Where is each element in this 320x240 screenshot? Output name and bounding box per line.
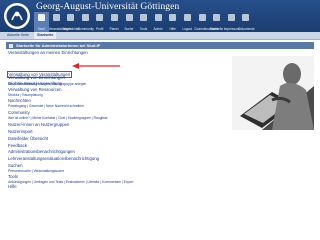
lectures-icon [52, 14, 60, 21]
subnav-start-tab[interactable]: Startseite [34, 32, 57, 39]
menu-item: Administrationsbenachrichtigungen [8, 149, 75, 154]
menu-link[interactable]: Community [8, 110, 107, 115]
menu-link[interactable]: Lehrveranstaltungsevaluationsbenachricht… [8, 156, 99, 161]
menu-link[interactable]: Tools [8, 174, 133, 179]
nav-label: Hilfe [169, 27, 176, 31]
homepage-icon [213, 14, 221, 21]
menu-item: Globale Benutzerverwaltung [8, 81, 62, 86]
lecturer-view-icon [198, 14, 206, 21]
menu-item: Tools Ankündigungen | Umfragen und Tests … [8, 174, 133, 184]
menu-link[interactable]: Suchen [8, 163, 64, 168]
menu-link[interactable]: Hilfe [8, 184, 17, 189]
menu-item: Veranstaltungen an meinen Einrichtungen [8, 50, 88, 55]
menu-item: Feedback [8, 143, 27, 148]
home-icon [38, 14, 45, 21]
nav-item-10[interactable]: Logout [180, 12, 195, 32]
menu-item: Hilfe [8, 184, 17, 189]
red-arrow-annotation [72, 63, 120, 69]
community-icon [81, 14, 89, 21]
nav-item-5[interactable]: Planer [107, 12, 122, 32]
mail-icon [67, 14, 75, 21]
nav-label: Start [37, 27, 45, 31]
nav-label: Veranstaltungen [48, 27, 72, 31]
menu-sublinks[interactable]: Personensuche | Veranstaltungssuche [8, 169, 64, 173]
nav-item-1[interactable]: Veranstaltungen [48, 12, 72, 32]
menu-sublinks[interactable]: Ankündigungen | Umfragen und Tests | Eva… [8, 180, 133, 184]
tools-icon [140, 14, 148, 21]
nav-label: Startseite [209, 27, 224, 31]
menu-link[interactable]: Verwaltung von Ressourcen [8, 87, 62, 92]
menu-item: Nutzerimport [8, 129, 33, 134]
admin-icon [154, 14, 162, 21]
menu-item: Verwaltung von Ressourcen Struktur | Raum… [8, 87, 62, 97]
menu-link[interactable]: Administrationsbenachrichtigungen [8, 149, 75, 154]
menu-item: Nutzer/-innen an Nutzergruppen [8, 122, 69, 127]
imprint-icon [227, 14, 235, 21]
nav-item-6[interactable]: Suche [122, 12, 137, 32]
logout-icon [183, 14, 191, 21]
menu-item: Suchen Personensuche | Veranstaltungssuch… [8, 163, 64, 173]
menu-sublinks[interactable]: Struktur | Raumplanung [8, 93, 62, 97]
nav-label: Impressum [223, 27, 240, 31]
nav-item-14[interactable]: Dokumente [238, 12, 255, 32]
nav-item-0[interactable]: Start [34, 12, 49, 32]
nav-label: Profil [96, 27, 104, 31]
university-logo[interactable] [2, 1, 32, 31]
nav-item-11[interactable]: Dozentenansicht [194, 12, 219, 32]
nav-label: Community [77, 27, 94, 31]
nav-label: Nachrichten [63, 27, 81, 31]
nav-label: Suche [124, 27, 134, 31]
menu-link[interactable]: Nutzer/-innen an Nutzergruppen [8, 122, 69, 127]
nav-item-12[interactable]: Startseite [209, 12, 224, 32]
menu-link[interactable]: Nutzerimport [8, 129, 33, 134]
decorative-photo [232, 56, 314, 130]
menu-item: Lehrveranstaltungsevaluationsbenachricht… [8, 156, 99, 161]
panel-title-bar: Startseite für Administratorinnen bei St… [6, 42, 314, 49]
menu-item: Nachrichten Posteingang | Gesendet | Neue… [8, 98, 84, 108]
main-navigation: Start Veranstaltungen Nachrichten Community… [34, 12, 255, 32]
nav-item-9[interactable]: Hilfe [165, 12, 180, 32]
menu-link[interactable]: Feedback [8, 143, 27, 148]
nav-item-3[interactable]: Community [77, 12, 94, 32]
top-header: Georg-August-Universität Göttingen Start… [0, 0, 320, 32]
menu-item: Community Wer ist online? | Meine Kontakt… [8, 110, 107, 120]
nav-label: Admin [153, 27, 163, 31]
nav-item-13[interactable]: Impressum [224, 12, 239, 32]
panel-icon [9, 43, 13, 48]
menu-sublinks[interactable]: Posteingang | Gesendet | Neue Nachricht … [8, 104, 84, 108]
nav-item-7[interactable]: Tools [136, 12, 151, 32]
university-title: Georg-August-Universität Göttingen [36, 2, 180, 12]
nav-label: Dokumente [238, 27, 255, 31]
panel-title: Startseite für Administratorinnen bei St… [16, 43, 101, 48]
nav-item-2[interactable]: Nachrichten [63, 12, 81, 32]
help-icon [169, 14, 177, 21]
profile-icon [96, 14, 104, 21]
menu-sublinks[interactable]: Wer ist online? | Meine Kontakte | Chat … [8, 116, 107, 120]
menu-item: Dateifelder Übersicht [8, 136, 48, 141]
nav-label: Logout [182, 27, 193, 31]
documents-icon [242, 14, 250, 21]
menu-link[interactable]: Dateifelder Übersicht [8, 136, 48, 141]
menu-link[interactable]: Veranstaltungen an meinen Einrichtungen [8, 50, 88, 55]
menu-link[interactable]: Verwaltung von Einrichtungen [8, 75, 65, 80]
nav-label: Tools [139, 27, 148, 31]
sub-navigation: Aktuelle Seite Startseite [0, 32, 320, 40]
menu-link[interactable]: Globale Benutzerverwaltung [8, 81, 62, 86]
nav-label: Planer [109, 27, 119, 31]
menu-link[interactable]: Nachrichten [8, 98, 84, 103]
nav-label: Dozentenansicht [194, 27, 219, 31]
subnav-current-page[interactable]: Aktuelle Seite [4, 32, 32, 39]
nav-item-4[interactable]: Profil [92, 12, 107, 32]
menu-item: Verwaltung von Einrichtungen [8, 75, 65, 80]
planner-icon [110, 14, 118, 21]
nav-item-8[interactable]: Admin [151, 12, 166, 32]
search-icon [125, 14, 133, 21]
